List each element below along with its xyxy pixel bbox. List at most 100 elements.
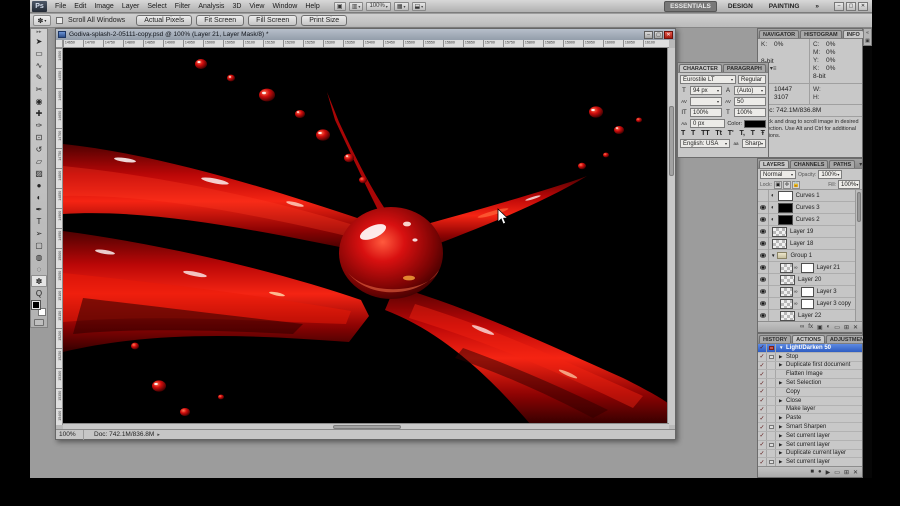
brush-tool-icon[interactable]: ✑	[31, 119, 47, 131]
layer-row[interactable]: ∞Layer 3 copy	[758, 298, 862, 310]
visibility-toggle[interactable]	[758, 298, 769, 310]
move-tool-icon[interactable]: ➤	[31, 35, 47, 47]
layer-mask-thumbnail[interactable]	[778, 215, 793, 225]
path-selection-tool-icon[interactable]: ➢	[31, 227, 47, 239]
3d-orbit-tool-icon[interactable]: ◌	[31, 263, 47, 275]
font-style-select[interactable]: Regular	[738, 75, 766, 84]
action-row[interactable]: ✓Flatten Image	[758, 370, 862, 379]
action-row[interactable]: ✓Copy	[758, 388, 862, 397]
document-title-bar[interactable]: Godiva-splash-2-05111-copy.psd @ 100% (L…	[56, 29, 675, 40]
action-toggle-checkbox[interactable]: ✓	[758, 458, 767, 466]
status-options-arrow[interactable]: ▸	[157, 432, 160, 438]
expand-triangle-icon[interactable]: ▼	[779, 345, 784, 350]
screen-mode-icon[interactable]: ⬓▾	[412, 2, 427, 11]
action-row[interactable]: ✓▶Stop	[758, 353, 862, 362]
visibility-toggle[interactable]	[758, 262, 769, 274]
layer-row[interactable]: ◐Curves 3	[758, 202, 862, 214]
action-toggle-checkbox[interactable]: ✓	[758, 353, 767, 361]
vertical-scale-field[interactable]: 100%	[690, 108, 722, 117]
text-style-button-7[interactable]: Ŧ	[761, 130, 765, 137]
modal-control-toggle[interactable]	[767, 370, 776, 378]
language-select[interactable]: English: USA▾	[680, 139, 730, 148]
font-family-select[interactable]: Eurostile LT▾	[680, 75, 736, 84]
layer-mask-thumbnail[interactable]	[801, 287, 814, 297]
canvas[interactable]	[63, 48, 669, 425]
lasso-tool-icon[interactable]: ∿	[31, 59, 47, 71]
tab-history[interactable]: HISTORY	[759, 335, 791, 343]
modal-control-toggle[interactable]	[767, 397, 776, 405]
play-selection-icon[interactable]: ▶	[826, 469, 831, 476]
visibility-toggle[interactable]	[758, 226, 769, 238]
option-button-fit-screen[interactable]: Fit Screen	[196, 15, 244, 26]
layer-row[interactable]: ▼Group 1	[758, 250, 862, 262]
layer-mask-thumbnail[interactable]	[801, 263, 814, 273]
expand-triangle-icon[interactable]: ▶	[779, 459, 784, 465]
background-color-swatch[interactable]	[38, 308, 46, 316]
eyedropper-tool-icon[interactable]: ◉	[31, 95, 47, 107]
menu-file[interactable]: File	[51, 3, 70, 10]
visibility-toggle[interactable]	[758, 214, 769, 226]
action-row[interactable]: ✓▶Paste	[758, 414, 862, 423]
layer-thumbnail[interactable]	[780, 275, 795, 285]
menu-image[interactable]: Image	[90, 3, 117, 10]
visibility-toggle[interactable]	[758, 310, 769, 322]
menu-filter[interactable]: Filter	[171, 3, 195, 10]
layer-row[interactable]: Layer 19	[758, 226, 862, 238]
modal-control-toggle[interactable]	[767, 441, 776, 449]
zoom-tool-icon[interactable]: Q	[31, 287, 47, 299]
text-style-button-2[interactable]: TT	[701, 130, 710, 137]
eraser-tool-icon[interactable]: ▱	[31, 155, 47, 167]
layer-mask-thumbnail[interactable]	[778, 191, 793, 201]
layer-style-icon[interactable]: fx	[808, 324, 813, 330]
shape-tool-icon[interactable]: ▢	[31, 239, 47, 251]
action-row[interactable]: ✓▶Close	[758, 397, 862, 406]
action-row[interactable]: ✓▶Set current layer	[758, 458, 862, 466]
layer-thumbnail[interactable]	[780, 299, 793, 309]
action-row[interactable]: ✓▼Light/Darken 50	[758, 344, 862, 353]
modal-control-toggle[interactable]	[767, 362, 776, 370]
link-layers-icon[interactable]: ∞	[800, 324, 804, 330]
quick-mask-button[interactable]	[34, 319, 44, 326]
layer-mask-thumbnail[interactable]	[801, 299, 814, 309]
anti-alias-select[interactable]: Sharp▾	[742, 139, 766, 148]
panel-menu-icon[interactable]: ▾≡	[767, 65, 780, 72]
action-toggle-checkbox[interactable]: ✓	[758, 379, 767, 387]
action-toggle-checkbox[interactable]: ✓	[758, 388, 767, 396]
new-layer-icon[interactable]: ⊞	[844, 324, 849, 331]
delete-action-icon[interactable]: ✕	[853, 469, 858, 476]
zoom-level-button[interactable]: 100%▾	[366, 2, 390, 11]
text-style-button-5[interactable]: T,	[739, 130, 744, 137]
stop-playing-icon[interactable]: ■	[810, 469, 814, 475]
quick-selection-tool-icon[interactable]: ✎	[31, 71, 47, 83]
current-tool-badge[interactable]: ✽ ▾	[33, 15, 51, 26]
option-button-actual-pixels[interactable]: Actual Pixels	[136, 15, 192, 26]
new-action-icon[interactable]: ⊞	[844, 469, 849, 476]
option-button-print-size[interactable]: Print Size	[301, 15, 347, 26]
tab-layers[interactable]: LAYERS	[759, 160, 789, 168]
tracking-select[interactable]: 50	[734, 97, 766, 106]
layer-row[interactable]: ∞Layer 3	[758, 286, 862, 298]
visibility-toggle[interactable]	[758, 250, 769, 262]
layer-row[interactable]: Layer 18	[758, 238, 862, 250]
blur-tool-icon[interactable]: ●	[31, 179, 47, 191]
layer-row[interactable]: Layer 20	[758, 274, 862, 286]
expand-triangle-icon[interactable]: ▼	[771, 253, 775, 258]
action-toggle-checkbox[interactable]: ✓	[758, 423, 767, 431]
kerning-select[interactable]: ▾	[690, 97, 722, 106]
tab-paths[interactable]: PATHS	[829, 160, 855, 168]
menu-select[interactable]: Select	[143, 3, 170, 10]
expand-triangle-icon[interactable]: ▶	[779, 433, 784, 439]
minimize-button[interactable]: –	[834, 2, 844, 11]
gradient-tool-icon[interactable]: ▨	[31, 167, 47, 179]
layer-thumbnail[interactable]	[780, 287, 793, 297]
hand-tool-icon[interactable]: ✽	[31, 275, 47, 287]
workspace-essentials[interactable]: ESSENTIALS	[664, 1, 717, 12]
visibility-toggle[interactable]	[758, 202, 769, 214]
menu-3d[interactable]: 3D	[228, 3, 245, 10]
tab-info[interactable]: INFO	[843, 30, 864, 38]
layer-row[interactable]: ◐Curves 1	[758, 190, 862, 202]
expand-triangle-icon[interactable]: ▶	[779, 415, 784, 421]
new-set-icon[interactable]: ▭	[834, 469, 840, 476]
action-toggle-checkbox[interactable]: ✓	[758, 414, 767, 422]
close-button[interactable]: ✕	[858, 2, 868, 11]
